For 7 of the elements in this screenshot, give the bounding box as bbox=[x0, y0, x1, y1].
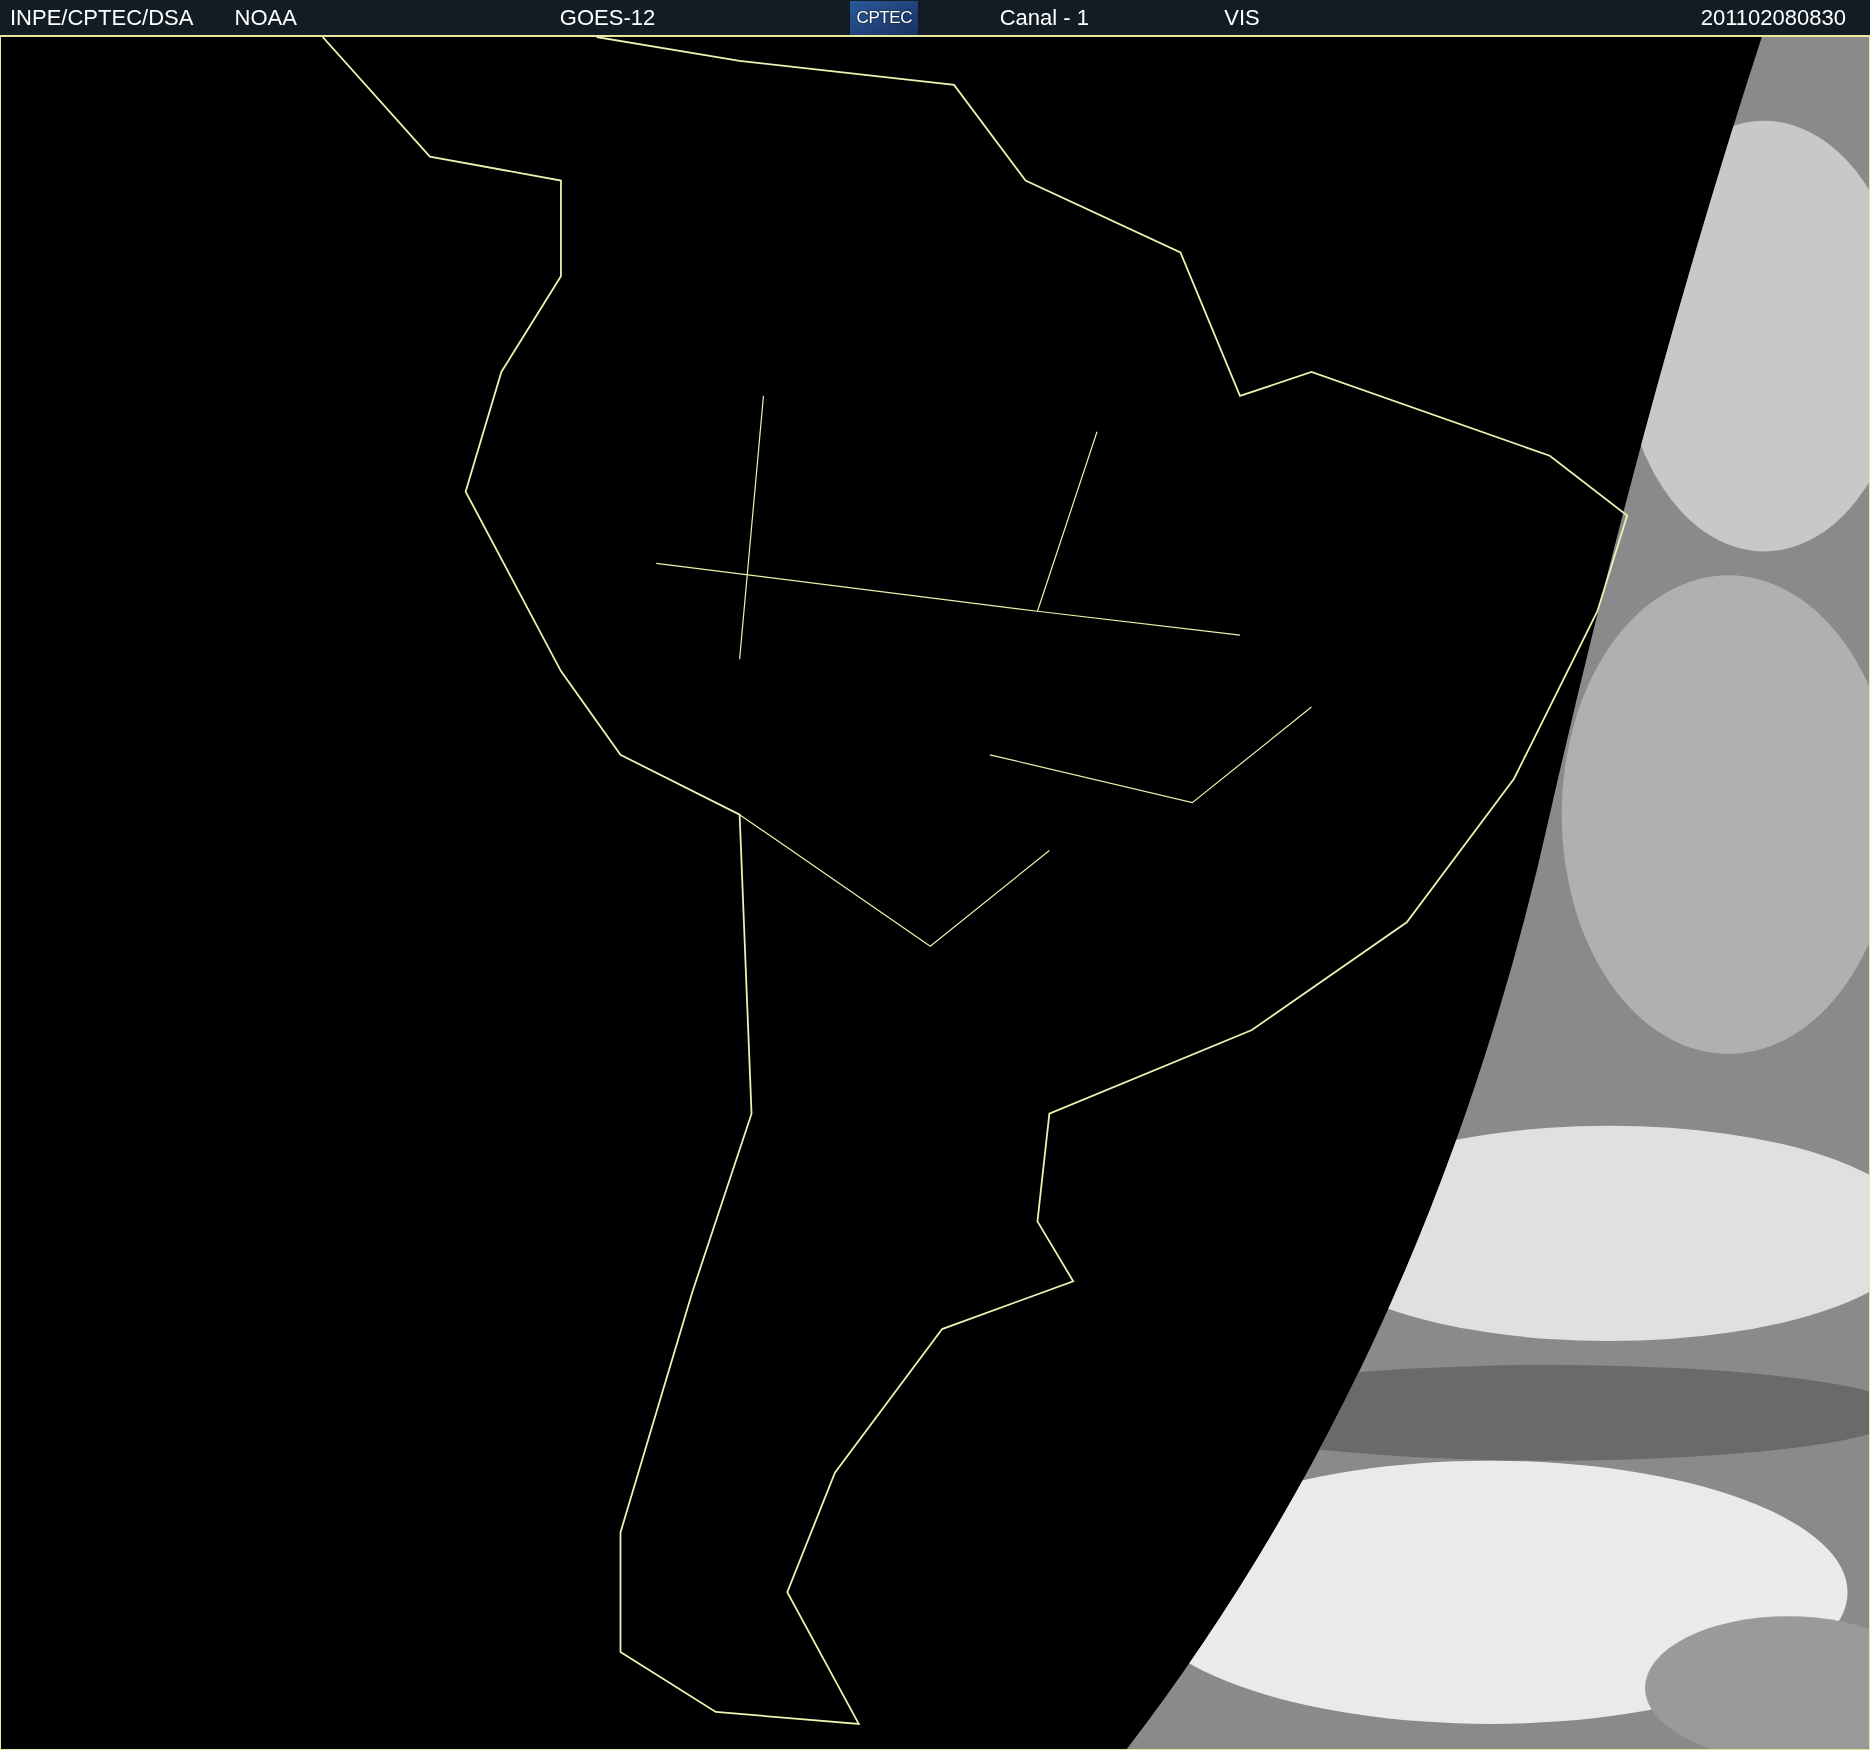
header-label: 201102080830 bbox=[1700, 4, 1846, 32]
header-label: Canal - 1 bbox=[999, 4, 1089, 32]
header-label: NOAA bbox=[234, 4, 297, 32]
header-label: INPE/CPTEC/DSA bbox=[10, 4, 194, 32]
logo: CPTEC bbox=[850, 0, 919, 35]
header-label: VIS bbox=[1224, 4, 1260, 32]
header-label: GOES-12 bbox=[559, 4, 656, 32]
